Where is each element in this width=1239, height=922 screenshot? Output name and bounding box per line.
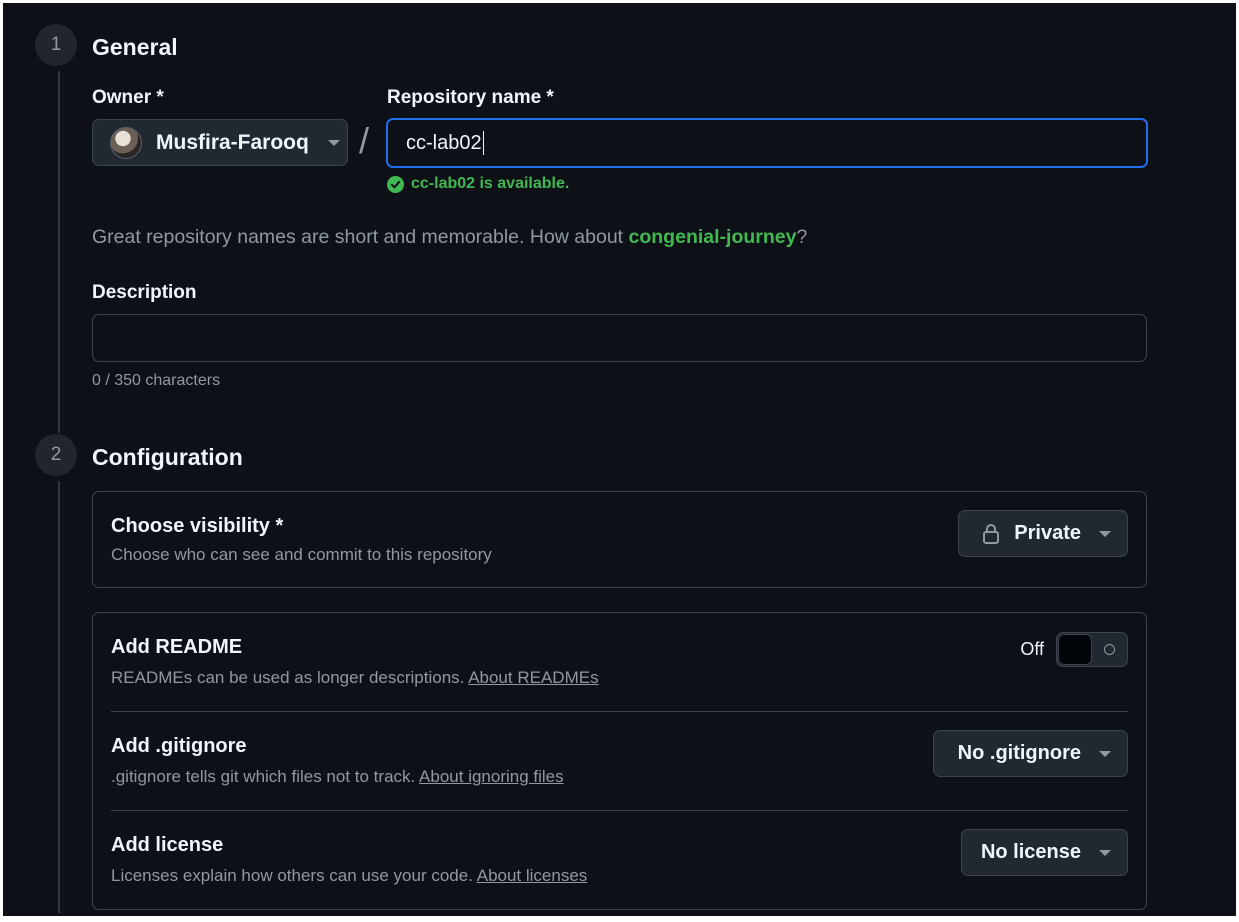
divider xyxy=(111,810,1128,811)
text-cursor xyxy=(482,131,484,155)
step-2-badge: 2 xyxy=(35,434,77,476)
suggested-name-link[interactable]: congenial-journey xyxy=(629,226,797,248)
license-subtitle: Licenses explain how others can use your… xyxy=(111,866,587,886)
gitignore-select-button[interactable]: No .gitignore xyxy=(933,730,1128,777)
license-selected: No license xyxy=(980,841,1081,863)
avatar xyxy=(110,126,142,159)
about-ignoring-files-link[interactable]: About ignoring files xyxy=(419,767,564,786)
visibility-selected: Private xyxy=(1014,522,1081,544)
readme-toggle-group: Off xyxy=(1020,632,1128,667)
license-subtitle-text: Licenses explain how others can use your… xyxy=(111,866,477,885)
gitignore-title: Add .gitignore xyxy=(111,735,247,757)
readme-subtitle: READMEs can be used as longer descriptio… xyxy=(111,668,599,688)
owner-repo-separator: / xyxy=(359,120,370,161)
description-input[interactable] xyxy=(92,314,1147,362)
chevron-down-icon xyxy=(327,139,340,146)
owner-label: Owner * xyxy=(92,87,164,108)
repo-options-panel: Add README READMEs can be used as longer… xyxy=(92,612,1147,910)
visibility-subtitle: Choose who can see and commit to this re… xyxy=(111,545,492,564)
about-readmes-link[interactable]: About READMEs xyxy=(468,668,598,687)
availability-message: cc-lab02 is available. xyxy=(387,175,569,193)
chevron-down-icon xyxy=(1099,750,1111,757)
section-title-configuration: Configuration xyxy=(92,444,243,470)
repo-name-value: cc-lab02 xyxy=(406,131,482,154)
visibility-panel: Choose visibility * Choose who can see a… xyxy=(92,491,1147,588)
name-suggestion-hint: Great repository names are short and mem… xyxy=(92,226,807,249)
license-title: Add license xyxy=(111,834,224,856)
owner-select-button[interactable]: Musfira-Farooq xyxy=(92,119,348,166)
repo-name-input[interactable]: cc-lab02 xyxy=(386,118,1148,168)
readme-title: Add README xyxy=(111,636,243,658)
visibility-select-button[interactable]: Private xyxy=(958,510,1128,557)
readme-subtitle-text: READMEs can be used as longer descriptio… xyxy=(111,668,469,687)
step-1-badge: 1 xyxy=(35,24,77,66)
about-licenses-link[interactable]: About licenses xyxy=(477,866,588,885)
availability-text: cc-lab02 is available. xyxy=(411,175,570,192)
check-circle-icon xyxy=(387,175,404,193)
gitignore-selected: No .gitignore xyxy=(957,742,1081,764)
step-connector-line xyxy=(58,71,60,433)
step-connector-line xyxy=(58,481,60,913)
divider xyxy=(111,711,1128,712)
repo-name-label: Repository name * xyxy=(387,87,554,108)
description-char-counter: 0 / 350 characters xyxy=(92,372,221,389)
owner-name: Musfira-Farooq xyxy=(156,130,309,154)
hint-text: Great repository names are short and mem… xyxy=(92,226,629,248)
gitignore-subtitle-text: .gitignore tells git which files not to … xyxy=(111,767,420,786)
chevron-down-icon xyxy=(1099,849,1111,856)
readme-toggle-state: Off xyxy=(1020,639,1044,659)
chevron-down-icon xyxy=(1099,530,1111,537)
visibility-title: Choose visibility * xyxy=(111,515,284,537)
description-label: Description xyxy=(92,282,197,303)
toggle-knob xyxy=(1058,634,1092,665)
readme-toggle-switch[interactable] xyxy=(1056,632,1128,667)
hint-suffix: ? xyxy=(796,226,808,248)
license-select-button[interactable]: No license xyxy=(961,829,1128,876)
section-title-general: General xyxy=(92,34,178,60)
gitignore-subtitle: .gitignore tells git which files not to … xyxy=(111,767,564,787)
lock-icon xyxy=(982,523,1000,545)
off-circle-icon xyxy=(1104,644,1115,655)
